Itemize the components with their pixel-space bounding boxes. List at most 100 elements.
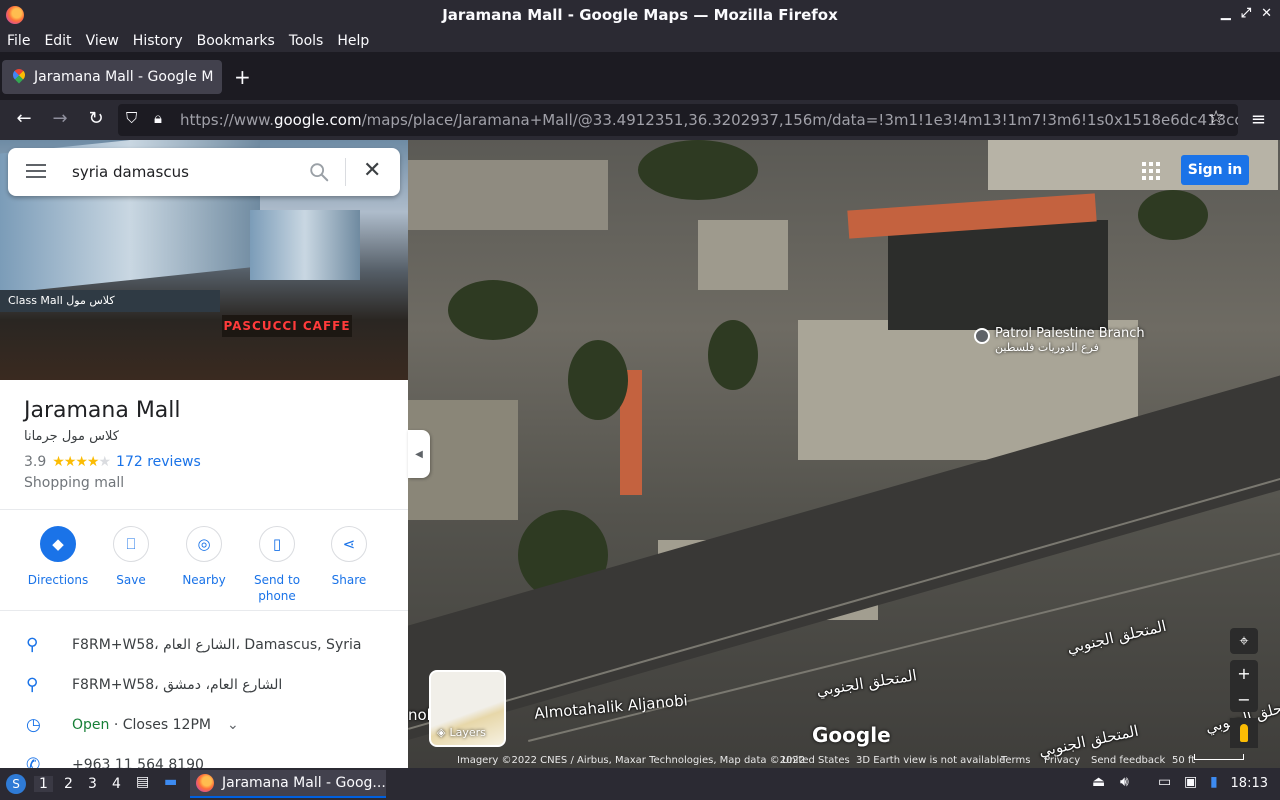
url-path: /maps/place/Jaramana+Mall/@33.4912351,36…	[361, 111, 1238, 129]
menu-file[interactable]: File	[7, 30, 30, 52]
send-to-phone-button[interactable]: ▯ Send to phone	[241, 526, 313, 604]
tab-strip: Jaramana Mall - Google M +	[0, 52, 1280, 100]
map-tree	[1138, 190, 1208, 240]
photo-sign-pascucci: PASCUCCI CAFFE	[222, 315, 352, 337]
scale-label[interactable]: 50 ft	[1172, 755, 1195, 766]
window-title: Jaramana Mall - Google Maps — Mozilla Fi…	[442, 6, 838, 24]
volume-icon[interactable]: 🔊︎	[1120, 774, 1129, 790]
pegman-icon	[1240, 724, 1248, 742]
app-menu-icon[interactable]: ≡	[1251, 109, 1266, 130]
back-button[interactable]: ←	[12, 108, 36, 129]
plus-icon: +	[1237, 663, 1251, 683]
tab-google-maps[interactable]: Jaramana Mall - Google M	[2, 60, 222, 94]
url-bar[interactable]: https://www. google.com/maps/place/Jarama…	[118, 104, 1238, 136]
network-icon[interactable]: ▣	[1184, 774, 1197, 790]
reviews-link[interactable]: 172 reviews	[116, 454, 201, 470]
place-panel: Class Mall كلاس مول PASCUCCI CAFFE syria…	[0, 140, 408, 768]
workspace-1[interactable]: 1	[34, 776, 53, 792]
map-poi-patrol-palestine[interactable]: Patrol Palestine Branch فرع الدوريات فلس…	[974, 326, 1145, 354]
nearby-label: Nearby	[182, 573, 226, 587]
sign-in-button[interactable]: Sign in	[1181, 155, 1249, 185]
tracking-protection-icon[interactable]: ⛉	[126, 109, 137, 127]
search-input[interactable]: syria damascus	[72, 163, 189, 181]
menu-icon[interactable]	[26, 164, 46, 178]
os-taskbar: S 1 2 3 4 ▤ ▬ Jaramana Mall - Goog... ⏏ …	[0, 768, 1280, 800]
chevron-left-icon: ◀	[415, 448, 423, 460]
firefox-icon	[196, 774, 214, 792]
region-link[interactable]: United States	[782, 755, 850, 766]
menu-history[interactable]: History	[133, 30, 183, 52]
nearby-button[interactable]: ◎ Nearby	[168, 526, 240, 588]
share-icon: ⋖	[331, 526, 367, 562]
clear-search-icon[interactable]: ✕	[363, 158, 381, 183]
directions-label: Directions	[27, 573, 89, 587]
save-label: Save	[116, 573, 146, 587]
navigation-toolbar: ← → ↻ https://www. google.com/maps/place/…	[0, 100, 1280, 140]
clock: 18:13	[1230, 776, 1268, 791]
maximize-icon[interactable]: ⤢	[1241, 6, 1251, 21]
satellite-map[interactable]: Patrol Palestine Branch فرع الدوريات فلس…	[408, 140, 1280, 768]
send-feedback-link[interactable]: Send feedback	[1091, 755, 1165, 766]
clock-icon: ◷	[26, 715, 41, 735]
eject-icon[interactable]: ⏏	[1092, 774, 1105, 790]
workspace-3[interactable]: 3	[88, 776, 97, 792]
map-tree	[638, 140, 758, 200]
google-maps-favicon	[12, 69, 26, 85]
my-location-button[interactable]: ⌖	[1230, 628, 1258, 654]
road-label: المتحلق الجنوبي	[1065, 616, 1168, 658]
workspace-4[interactable]: 4	[112, 776, 121, 792]
phone-row[interactable]: ✆ +963 11 564 8190	[0, 747, 408, 768]
zoom-in-button[interactable]: +	[1230, 660, 1258, 686]
new-tab-button[interactable]: +	[234, 65, 251, 89]
address-row[interactable]: ⚲ F8RM+W58، الشارع العام، Damascus, Syri…	[0, 627, 408, 667]
layers-icon: ◈	[437, 726, 446, 739]
close-window-icon[interactable]: ✕	[1261, 6, 1272, 21]
workspace-2[interactable]: 2	[64, 776, 73, 792]
taskbar-firefox-window[interactable]: Jaramana Mall - Goog...	[190, 770, 386, 798]
phone-text: +963 11 564 8190	[72, 757, 204, 768]
menu-help[interactable]: Help	[337, 30, 369, 52]
street-view-pegman[interactable]	[1230, 718, 1258, 748]
privacy-link[interactable]: Privacy	[1044, 755, 1080, 766]
map-building	[698, 220, 788, 290]
collapse-panel-button[interactable]: ◀	[408, 430, 430, 478]
menu-edit[interactable]: Edit	[44, 30, 71, 52]
layers-button[interactable]: ◈ Layers	[429, 670, 506, 747]
directions-button[interactable]: ◆ Directions	[22, 526, 94, 588]
lock-icon[interactable]: 🔒︎	[154, 109, 162, 127]
menu-bookmarks[interactable]: Bookmarks	[197, 30, 275, 52]
search-box[interactable]: syria damascus ✕	[8, 148, 400, 196]
forward-button[interactable]: →	[48, 108, 72, 129]
hours-status: Open	[72, 717, 110, 733]
menu-tools[interactable]: Tools	[289, 30, 324, 52]
share-button[interactable]: ⋖ Share	[313, 526, 385, 588]
map-tree	[708, 320, 758, 390]
reload-button[interactable]: ↻	[84, 108, 108, 129]
earth-view-note: 3D Earth view is not available	[856, 754, 1006, 766]
google-apps-icon[interactable]	[1142, 162, 1160, 180]
notification-icon[interactable]: ▮	[1210, 774, 1218, 790]
firefox-icon	[6, 6, 24, 24]
clipboard-icon[interactable]: ▭	[1158, 774, 1171, 790]
my-location-icon: ⌖	[1239, 631, 1249, 650]
share-label: Share	[331, 573, 367, 587]
save-button[interactable]: ⎕ Save	[95, 526, 167, 588]
search-icon[interactable]	[308, 161, 330, 183]
chevron-down-icon[interactable]: ⌄	[227, 717, 239, 733]
hours-row[interactable]: ◷ Open · Closes 12PM ⌄	[0, 707, 408, 747]
place-category[interactable]: Shopping mall	[24, 475, 124, 491]
place-title-arabic: كلاس مول جرمانا	[24, 429, 119, 444]
menu-view[interactable]: View	[86, 30, 119, 52]
bookmark-star-icon[interactable]: ☆	[1208, 107, 1224, 128]
plus-code-row[interactable]: ⚲ F8RM+W58، الشارع العام، دمشق	[0, 667, 408, 707]
divider	[0, 610, 408, 611]
rating-stars: ★★★★★	[52, 454, 111, 470]
terms-link[interactable]: Terms	[1001, 755, 1030, 766]
google-logo: Google	[812, 723, 891, 747]
show-desktop-icon[interactable]: ▬	[164, 774, 177, 790]
file-manager-icon[interactable]: ▤	[136, 774, 149, 790]
zoom-out-button[interactable]: −	[1230, 686, 1258, 712]
minimize-icon[interactable]: ▁	[1221, 6, 1231, 21]
start-menu-icon[interactable]: S	[6, 774, 26, 794]
url-scheme: https://www.	[180, 111, 274, 129]
